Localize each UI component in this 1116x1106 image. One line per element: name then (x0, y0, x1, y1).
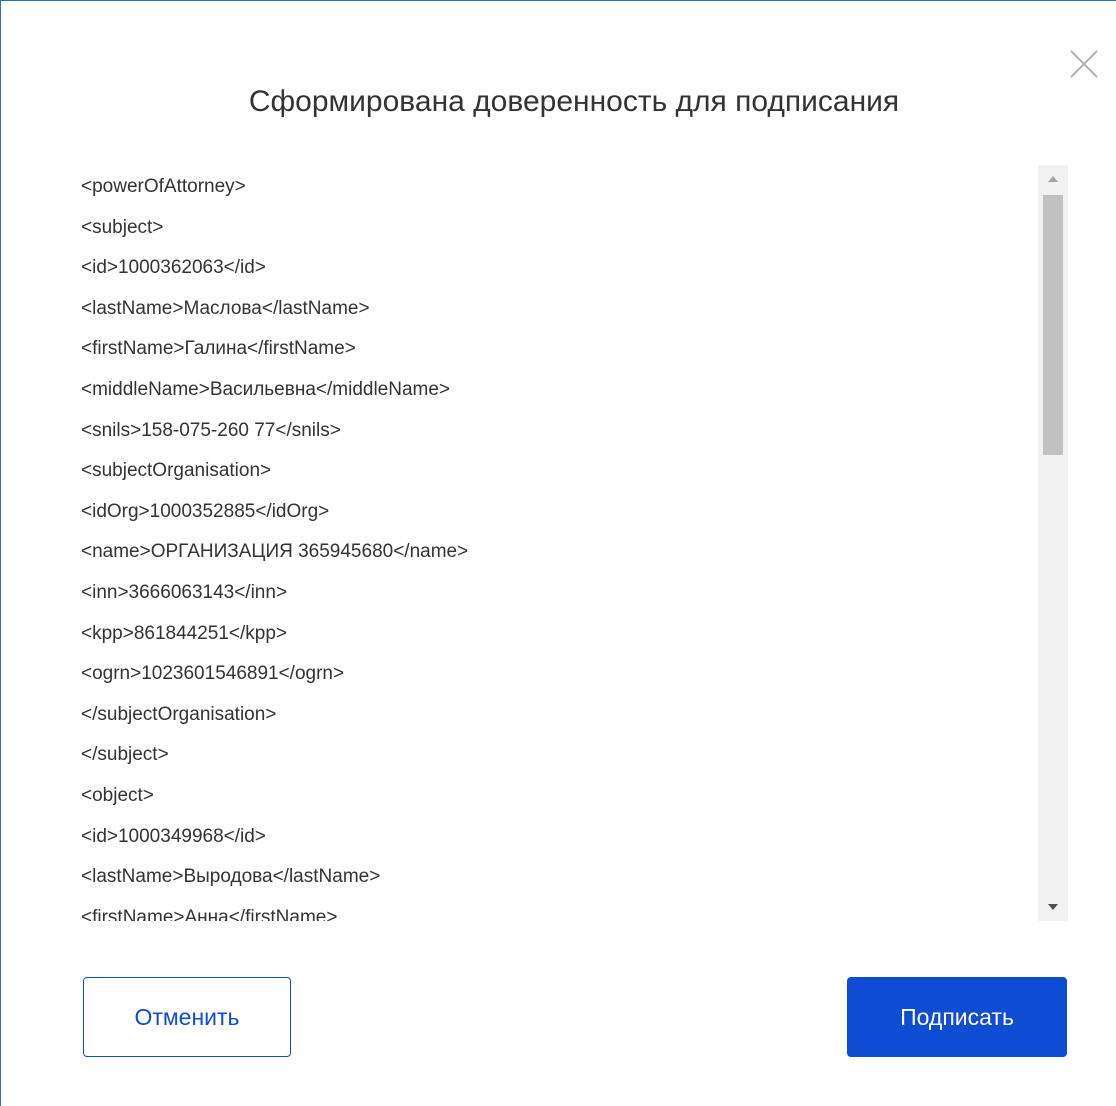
close-button[interactable] (1069, 49, 1099, 79)
xml-line: </subjectOrganisation> (81, 703, 277, 725)
xml-line: <firstName>Анна</firstName> (81, 906, 338, 921)
scroll-thumb[interactable] (1043, 195, 1063, 455)
scroll-down-button[interactable] (1038, 893, 1068, 921)
xml-line: <subjectOrganisation> (81, 460, 272, 482)
xml-line: <middleName>Васильевна</middleName> (81, 378, 451, 400)
scroll-up-button[interactable] (1038, 165, 1068, 193)
xml-line: <powerOfAttorney> (81, 176, 246, 197)
arrow-down-icon (1048, 904, 1058, 910)
signing-dialog: Сформирована доверенность для подписания… (0, 0, 1116, 1106)
xml-line: <lastName>Выродова</lastName> (81, 866, 381, 888)
xml-line: <id>1000349968</id> (81, 825, 266, 847)
cancel-button[interactable]: Отменить (83, 977, 291, 1057)
xml-line: <name>ОРГАНИЗАЦИЯ 365945680</name> (81, 541, 469, 563)
xml-lines: <powerOfAttorney> <subject> <id>1000362063… (81, 167, 1037, 921)
xml-line: <ogrn>1023601546891</ogrn> (81, 663, 345, 685)
xml-line: <id>1000362063</id> (81, 257, 266, 279)
xml-line: <kpp>861844251</kpp> (81, 622, 288, 644)
close-icon (1070, 50, 1098, 78)
sign-button[interactable]: Подписать (847, 977, 1067, 1057)
dialog-title: Сформирована доверенность для подписания (248, 85, 900, 118)
arrow-up-icon (1048, 176, 1058, 182)
vertical-scrollbar[interactable] (1038, 165, 1068, 921)
xml-line: <object> (81, 784, 154, 806)
xml-line: <lastName>Маслова</lastName> (81, 297, 370, 319)
xml-line: <subject> (81, 216, 164, 238)
xml-content-area[interactable]: <powerOfAttorney> <subject> <id>1000362063… (81, 165, 1037, 921)
xml-line: <firstName>Галина</firstName> (81, 338, 356, 360)
xml-line: <inn>3666063143</inn> (81, 581, 288, 603)
xml-line: <idOrg>1000352885</idOrg> (81, 500, 330, 522)
xml-line: <snils>158-075-260 77</snils> (81, 419, 341, 441)
xml-line: </subject> (81, 744, 169, 766)
